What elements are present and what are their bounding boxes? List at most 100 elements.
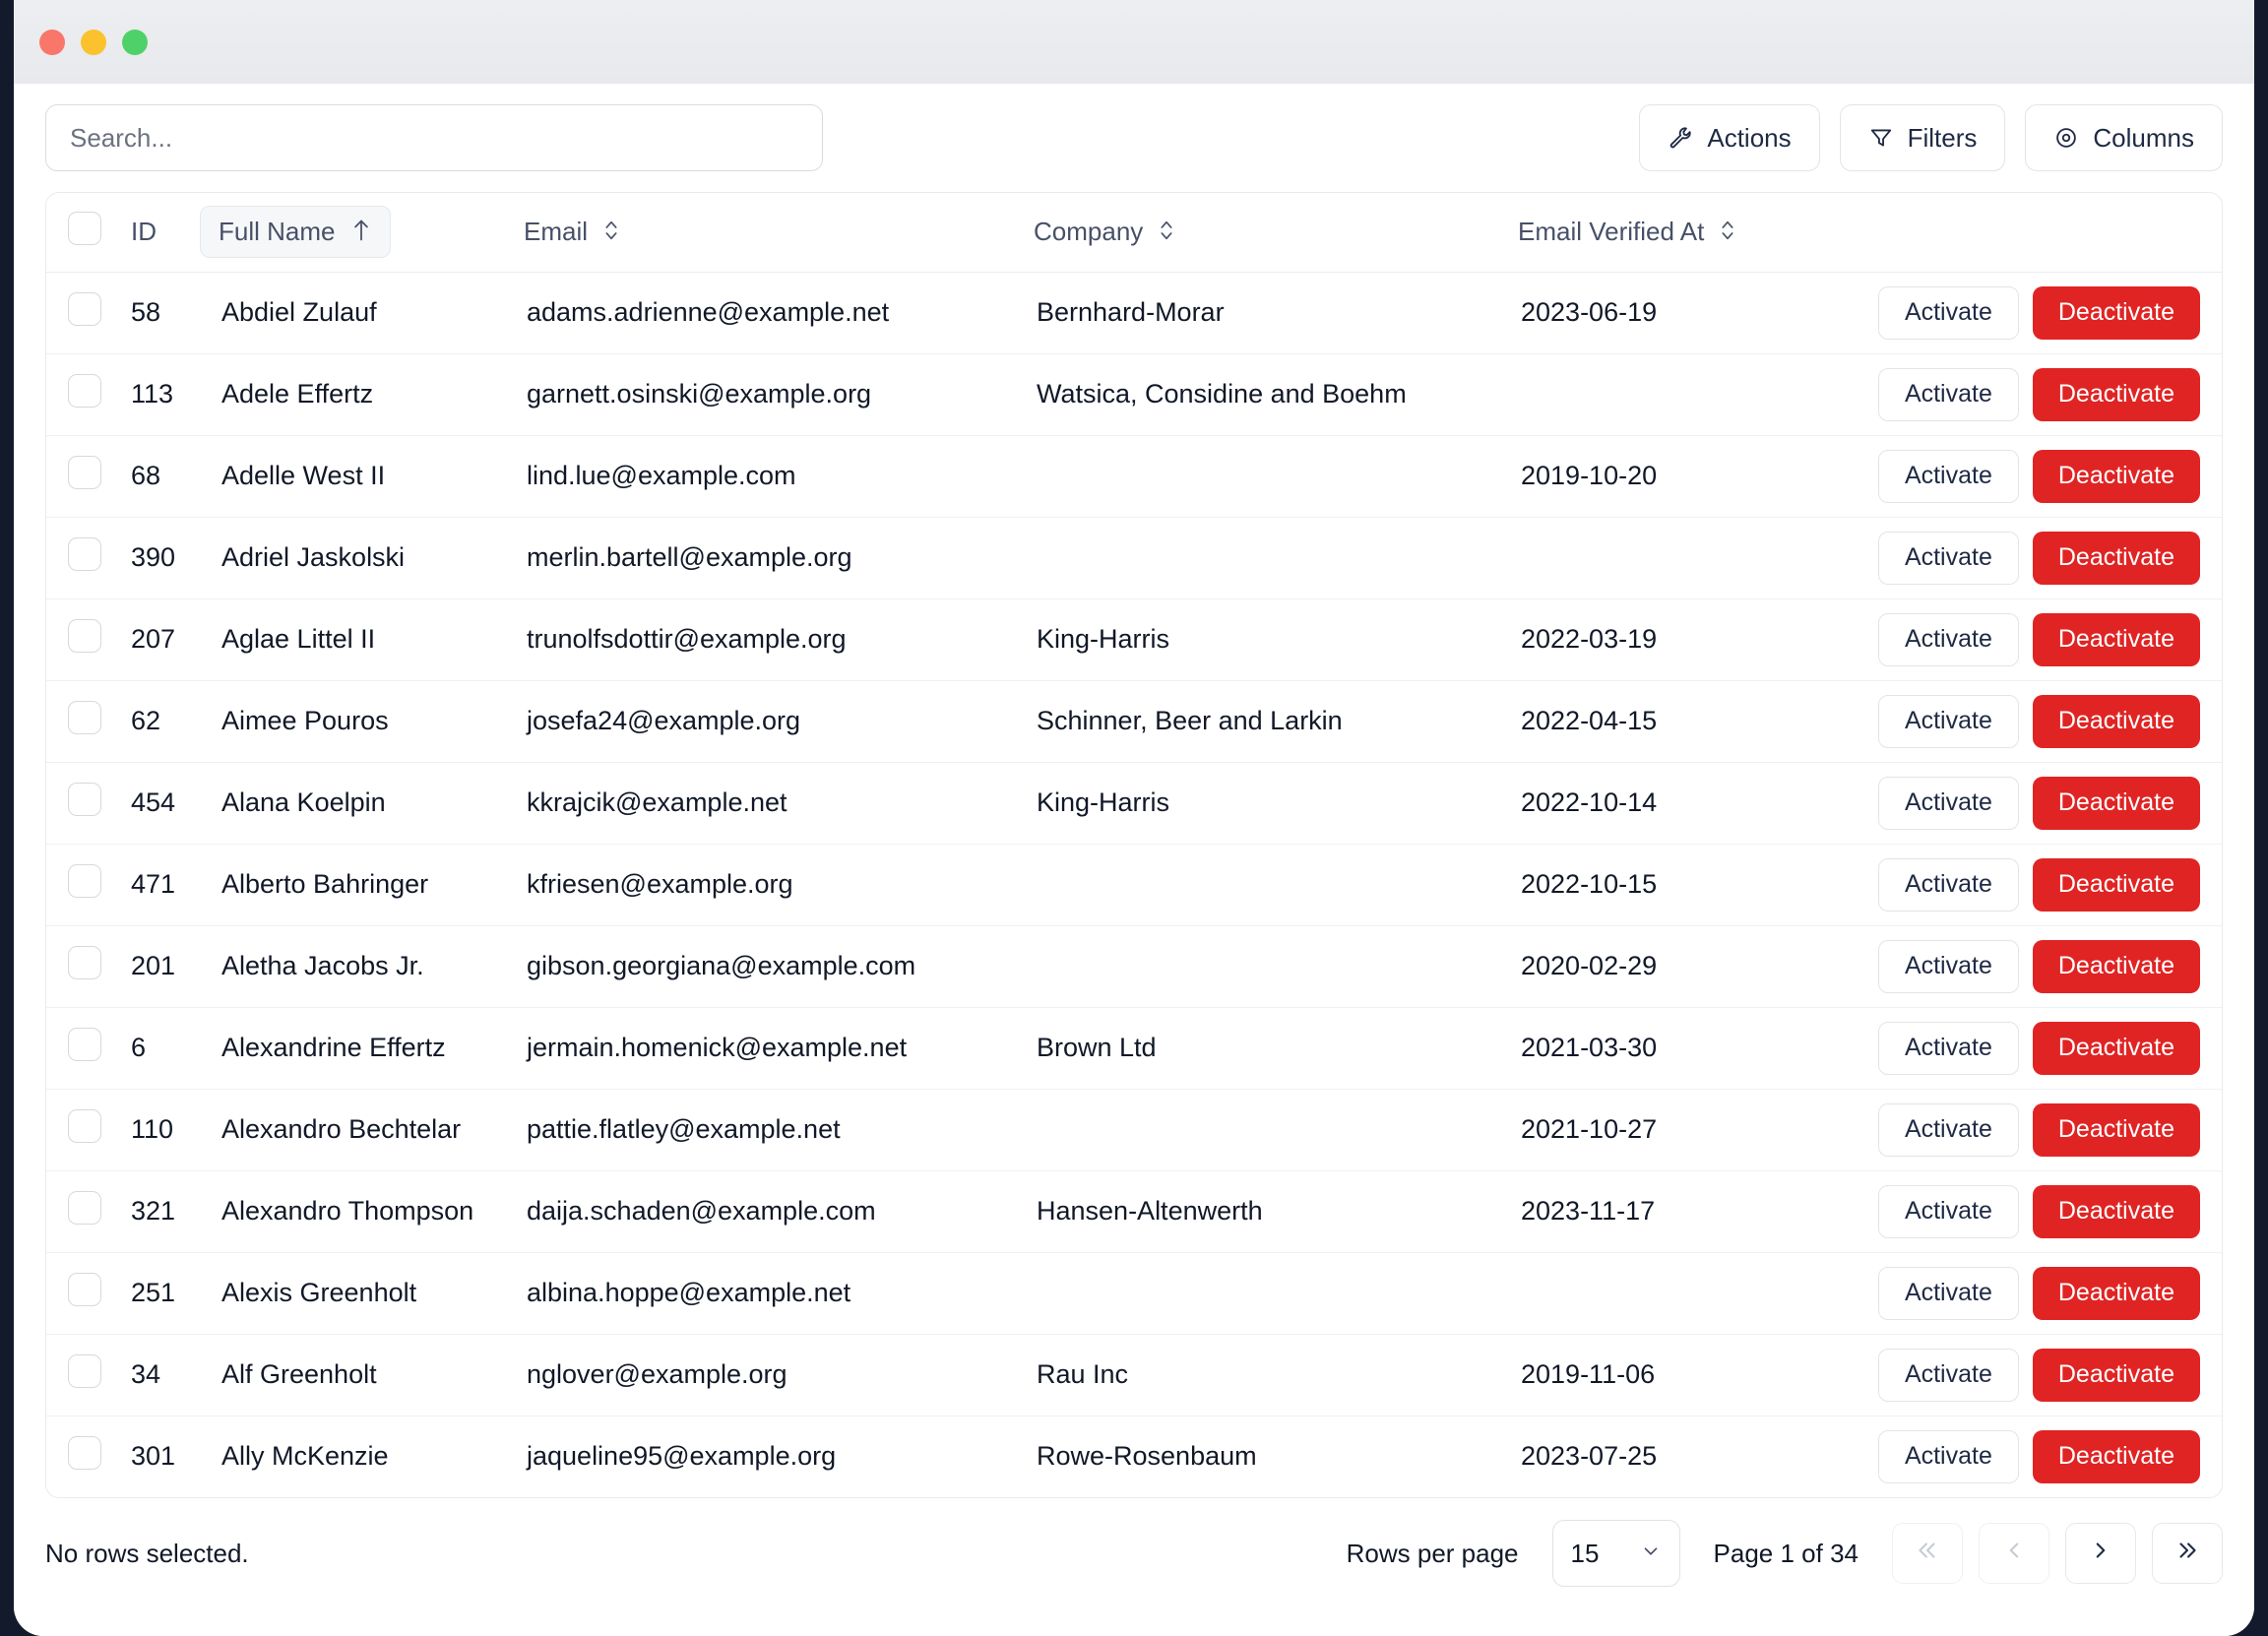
cell-actions: Activate Deactivate [1814, 762, 2222, 845]
table-row[interactable]: 471 Alberto Bahringer kfriesen@example.org… [46, 844, 2222, 926]
column-header-actions [1814, 193, 2222, 273]
deactivate-button[interactable]: Deactivate [2032, 1021, 2200, 1075]
activate-button[interactable]: Activate [1877, 694, 2019, 748]
activate-button[interactable]: Activate [1877, 1348, 2019, 1402]
select-all-checkbox[interactable] [68, 212, 101, 246]
table-row[interactable]: 454 Alana Koelpin kkrajcik@example.net King… [46, 762, 2222, 845]
cell-company: King-Harris [1015, 598, 1499, 681]
cell-email: kfriesen@example.org [505, 844, 1015, 926]
table-row[interactable]: 207 Aglae Littel II trunolfsdottir@example… [46, 598, 2222, 681]
cell-actions: Activate Deactivate [1814, 1416, 2222, 1497]
cell-id: 454 [109, 762, 200, 845]
activate-button[interactable]: Activate [1877, 531, 2019, 585]
cell-email: jaqueline95@example.org [527, 1441, 837, 1472]
table-row[interactable]: 301 Ally McKenzie jaqueline95@example.org R… [46, 1416, 2222, 1497]
cell-name: Aletha Jacobs Jr. [200, 925, 505, 1008]
activate-button[interactable]: Activate [1877, 939, 2019, 993]
cell-name: Adelle West II [200, 435, 505, 518]
row-select-cell [46, 598, 109, 681]
deactivate-button[interactable]: Deactivate [2032, 1184, 2200, 1238]
sort-toggle-verified[interactable]: Email Verified At [1499, 206, 1754, 258]
table-row[interactable]: 58 Abdiel Zulauf adams.adrienne@example.ne… [46, 272, 2222, 354]
row-checkbox[interactable] [68, 1354, 101, 1388]
cell-actions: Activate Deactivate [1814, 1252, 2222, 1335]
deactivate-button[interactable]: Deactivate [2032, 694, 2200, 748]
activate-button[interactable]: Activate [1877, 1266, 2019, 1320]
table-row[interactable]: 390 Adriel Jaskolski merlin.bartell@exampl… [46, 517, 2222, 599]
deactivate-button[interactable]: Deactivate [2032, 1266, 2200, 1320]
deactivate-button[interactable]: Deactivate [2032, 857, 2200, 912]
next-page-button[interactable] [2065, 1523, 2136, 1584]
rows-per-page-select[interactable]: 15 [1551, 1520, 1680, 1587]
row-checkbox[interactable] [68, 619, 101, 653]
activate-button[interactable]: Activate [1877, 285, 2019, 340]
row-checkbox[interactable] [68, 456, 101, 489]
activate-button[interactable]: Activate [1877, 1184, 2019, 1238]
table-row[interactable]: 321 Alexandro Thompson daija.schaden@examp… [46, 1170, 2222, 1253]
deactivate-button[interactable]: Deactivate [2032, 1102, 2200, 1157]
search-input[interactable] [45, 104, 823, 171]
cell-id: 58 [109, 272, 200, 354]
row-checkbox[interactable] [68, 374, 101, 408]
activate-button[interactable]: Activate [1877, 367, 2019, 421]
cell-name: Abdiel Zulauf [200, 272, 505, 354]
table-row[interactable]: 62 Aimee Pouros josefa24@example.org Schinn… [46, 680, 2222, 763]
maximize-window-icon[interactable] [122, 29, 148, 55]
sort-unsorted-icon [603, 218, 619, 247]
sort-toggle-name[interactable]: Full Name [200, 206, 392, 259]
row-checkbox[interactable] [68, 1028, 101, 1061]
row-checkbox[interactable] [68, 1109, 101, 1143]
minimize-window-icon[interactable] [81, 29, 106, 55]
cell-company: Watsica, Considine and Boehm [1015, 353, 1499, 436]
activate-button[interactable]: Activate [1877, 1429, 2019, 1483]
table-row[interactable]: 34 Alf Greenholt nglover@example.org Rau In… [46, 1334, 2222, 1416]
table-row[interactable]: 6 Alexandrine Effertz jermain.homenick@exa… [46, 1007, 2222, 1090]
row-checkbox[interactable] [68, 1273, 101, 1306]
cell-verified: 2022-10-14 [1499, 762, 1814, 845]
previous-page-button[interactable] [1979, 1523, 2049, 1584]
deactivate-button[interactable]: Deactivate [2032, 531, 2200, 585]
selection-status: No rows selected. [45, 1538, 249, 1568]
deactivate-button[interactable]: Deactivate [2032, 367, 2200, 421]
activate-button[interactable]: Activate [1877, 449, 2019, 503]
table-row[interactable]: 68 Adelle West II lind.lue@example.com 2019… [46, 435, 2222, 518]
row-checkbox[interactable] [68, 946, 101, 979]
actions-button[interactable]: Actions [1639, 104, 1820, 171]
activate-button[interactable]: Activate [1877, 857, 2019, 912]
columns-button[interactable]: Columns [2025, 104, 2223, 171]
cell-company [1015, 435, 1499, 518]
cell-name: Adriel Jaskolski [200, 517, 505, 599]
activate-button[interactable]: Activate [1877, 776, 2019, 830]
row-checkbox[interactable] [68, 864, 101, 898]
table-row[interactable]: 251 Alexis Greenholt albina.hoppe@example.… [46, 1252, 2222, 1335]
deactivate-button[interactable]: Deactivate [2032, 1429, 2200, 1483]
activate-button[interactable]: Activate [1877, 612, 2019, 666]
first-page-button[interactable] [1892, 1523, 1963, 1584]
deactivate-button[interactable]: Deactivate [2032, 285, 2200, 340]
deactivate-button[interactable]: Deactivate [2032, 939, 2200, 993]
row-checkbox[interactable] [68, 292, 101, 326]
row-select-cell [46, 1252, 109, 1335]
row-checkbox[interactable] [68, 537, 101, 571]
page-indicator: Page 1 of 34 [1713, 1538, 1858, 1568]
filters-button[interactable]: Filters [1839, 104, 2006, 171]
sort-toggle-company[interactable]: Company [1015, 206, 1193, 258]
last-page-button[interactable] [2152, 1523, 2223, 1584]
deactivate-button[interactable]: Deactivate [2032, 776, 2200, 830]
table-row[interactable]: 113 Adele Effertz garnett.osinski@example.… [46, 353, 2222, 436]
activate-button[interactable]: Activate [1877, 1102, 2019, 1157]
cell-email: nglover@example.org [505, 1334, 1015, 1416]
deactivate-button[interactable]: Deactivate [2032, 449, 2200, 503]
row-checkbox[interactable] [68, 701, 101, 734]
deactivate-button[interactable]: Deactivate [2032, 612, 2200, 666]
chevron-down-icon [1640, 1539, 1662, 1569]
row-checkbox[interactable] [68, 783, 101, 816]
row-checkbox[interactable] [68, 1191, 101, 1225]
table-row[interactable]: 110 Alexandro Bechtelar pattie.flatley@exa… [46, 1089, 2222, 1171]
table-row[interactable]: 201 Aletha Jacobs Jr. gibson.georgiana@exa… [46, 925, 2222, 1008]
deactivate-button[interactable]: Deactivate [2032, 1348, 2200, 1402]
row-checkbox[interactable] [68, 1436, 101, 1471]
close-window-icon[interactable] [39, 29, 65, 55]
sort-toggle-email[interactable]: Email [505, 206, 638, 258]
activate-button[interactable]: Activate [1877, 1021, 2019, 1075]
